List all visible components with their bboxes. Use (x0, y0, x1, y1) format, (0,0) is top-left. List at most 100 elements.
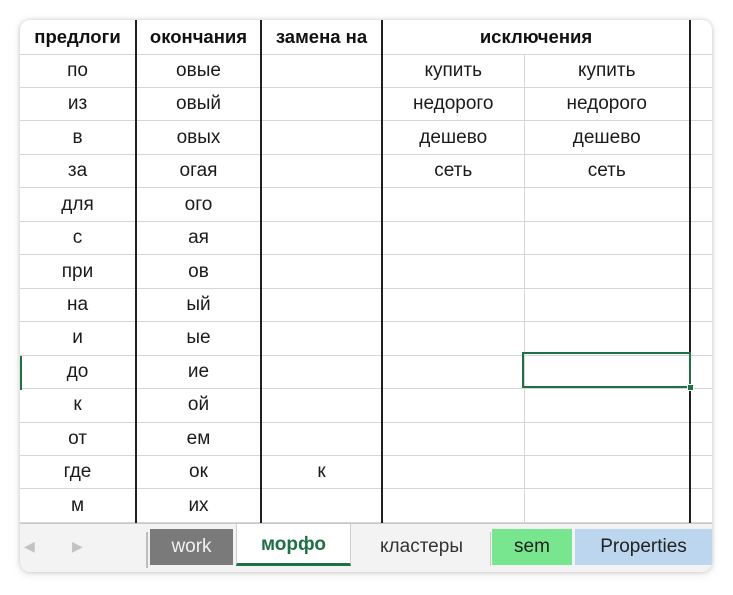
cell-zamena[interactable] (261, 254, 383, 289)
empty-cell[interactable] (690, 87, 712, 122)
cell-isklyucheniya-b[interactable]: дешево (524, 120, 691, 155)
cell-predlogi[interactable]: на (20, 288, 137, 323)
cell-predlogi[interactable]: из (20, 87, 137, 122)
cell-isklyucheniya-a[interactable] (382, 488, 525, 523)
cell-isklyucheniya-a[interactable] (382, 321, 525, 356)
cell-isklyucheniya-a[interactable] (382, 221, 525, 256)
cell-isklyucheniya-b[interactable] (524, 221, 691, 256)
cell-predlogi[interactable]: до (20, 355, 137, 390)
cell-isklyucheniya-a[interactable] (382, 388, 525, 423)
table-row: по овые купить купить (20, 54, 712, 89)
cell-isklyucheniya-a[interactable]: недорого (382, 87, 525, 122)
tab-klastery[interactable]: кластеры (354, 529, 489, 565)
header-okonchaniya[interactable]: окончания (136, 20, 262, 55)
cell-isklyucheniya-b[interactable] (524, 288, 691, 323)
empty-cell[interactable] (690, 187, 712, 222)
cell-zamena[interactable] (261, 154, 383, 189)
cell-isklyucheniya-a[interactable]: сеть (382, 154, 525, 189)
cell-zamena[interactable] (261, 187, 383, 222)
cell-predlogi[interactable]: от (20, 422, 137, 457)
cell-okonchaniya[interactable]: ая (136, 221, 262, 256)
empty-cell[interactable] (690, 321, 712, 356)
empty-cell[interactable] (690, 388, 712, 423)
cell-zamena[interactable] (261, 87, 383, 122)
empty-cell[interactable] (690, 221, 712, 256)
cell-isklyucheniya-b[interactable] (524, 187, 691, 222)
cell-zamena[interactable] (261, 488, 383, 523)
cell-okonchaniya[interactable]: ого (136, 187, 262, 222)
empty-cell[interactable] (690, 120, 712, 155)
empty-cell[interactable] (690, 54, 712, 89)
tab-properties[interactable]: Properties (575, 529, 712, 565)
cell-predlogi[interactable]: к (20, 388, 137, 423)
cell-isklyucheniya-a[interactable]: дешево (382, 120, 525, 155)
cell-zamena[interactable] (261, 388, 383, 423)
empty-cell[interactable] (690, 422, 712, 457)
cell-isklyucheniya-b[interactable] (524, 455, 691, 490)
cell-isklyucheniya-a[interactable] (382, 254, 525, 289)
cell-predlogi[interactable]: при (20, 254, 137, 289)
cell-isklyucheniya-b[interactable] (524, 488, 691, 523)
cell-isklyucheniya-a[interactable] (382, 187, 525, 222)
table-row: и ые (20, 321, 712, 356)
cell-predlogi[interactable]: за (20, 154, 137, 189)
cell-okonchaniya[interactable]: овых (136, 120, 262, 155)
cell-okonchaniya[interactable]: овый (136, 87, 262, 122)
cell-isklyucheniya-b[interactable]: недорого (524, 87, 691, 122)
cell-zamena[interactable] (261, 321, 383, 356)
cell-isklyucheniya-b[interactable] (524, 422, 691, 457)
cell-zamena[interactable] (261, 120, 383, 155)
cell-okonchaniya[interactable]: ые (136, 321, 262, 356)
empty-cell[interactable] (690, 20, 712, 55)
empty-cell[interactable] (690, 488, 712, 523)
cell-isklyucheniya-b[interactable]: купить (524, 54, 691, 89)
cell-isklyucheniya-b[interactable] (524, 254, 691, 289)
cell-predlogi[interactable]: с (20, 221, 137, 256)
header-isklyucheniya[interactable]: исключения (382, 20, 691, 55)
tab-morfo[interactable]: морфо (236, 524, 351, 566)
cell-isklyucheniya-a[interactable] (382, 422, 525, 457)
tab-divider (490, 532, 491, 566)
header-predlogi[interactable]: предлоги (20, 20, 137, 55)
header-zamena[interactable]: замена на (261, 20, 383, 55)
cell-zamena[interactable] (261, 221, 383, 256)
cell-okonchaniya[interactable]: ов (136, 254, 262, 289)
cell-isklyucheniya-a[interactable] (382, 455, 525, 490)
cell-okonchaniya[interactable]: ие (136, 355, 262, 390)
cell-isklyucheniya-b[interactable] (524, 355, 691, 390)
cell-okonchaniya[interactable]: ый (136, 288, 262, 323)
cell-isklyucheniya-a[interactable]: купить (382, 54, 525, 89)
cell-predlogi[interactable]: и (20, 321, 137, 356)
cell-okonchaniya[interactable]: огая (136, 154, 262, 189)
cell-predlogi[interactable]: в (20, 120, 137, 155)
scroll-tabs-right-icon[interactable]: ▶ (72, 538, 83, 555)
cell-okonchaniya[interactable]: их (136, 488, 262, 523)
cell-okonchaniya[interactable]: овые (136, 54, 262, 89)
cell-predlogi[interactable]: для (20, 187, 137, 222)
cell-okonchaniya[interactable]: ок (136, 455, 262, 490)
cell-zamena[interactable] (261, 54, 383, 89)
cell-isklyucheniya-b[interactable] (524, 388, 691, 423)
cell-isklyucheniya-b[interactable]: сеть (524, 154, 691, 189)
empty-cell[interactable] (690, 154, 712, 189)
fill-handle[interactable] (687, 384, 694, 391)
empty-cell[interactable] (690, 288, 712, 323)
cell-zamena[interactable]: к (261, 455, 383, 490)
tab-work[interactable]: work (150, 529, 233, 565)
cell-zamena[interactable] (261, 422, 383, 457)
cell-zamena[interactable] (261, 355, 383, 390)
cell-predlogi[interactable]: по (20, 54, 137, 89)
cell-okonchaniya[interactable]: ой (136, 388, 262, 423)
cell-isklyucheniya-b[interactable] (524, 321, 691, 356)
cell-isklyucheniya-a[interactable] (382, 355, 525, 390)
cell-okonchaniya[interactable]: ем (136, 422, 262, 457)
cell-isklyucheniya-a[interactable] (382, 288, 525, 323)
cell-zamena[interactable] (261, 288, 383, 323)
table-row: при ов (20, 254, 712, 289)
cell-predlogi[interactable]: м (20, 488, 137, 523)
cell-predlogi[interactable]: где (20, 455, 137, 490)
empty-cell[interactable] (690, 455, 712, 490)
empty-cell[interactable] (690, 254, 712, 289)
scroll-tabs-left-icon[interactable]: ◀ (24, 538, 35, 555)
tab-sem[interactable]: sem (492, 529, 572, 565)
